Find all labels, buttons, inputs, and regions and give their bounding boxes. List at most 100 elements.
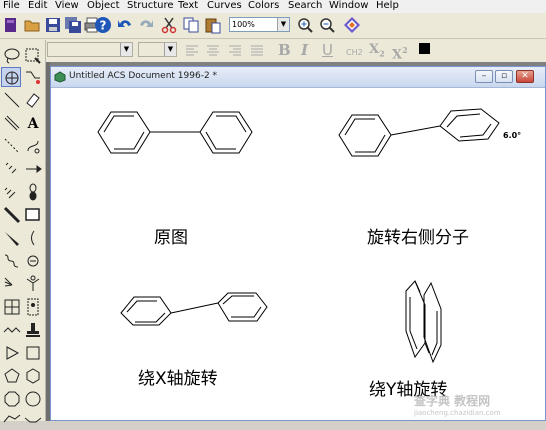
menu-window[interactable]: Window: [329, 0, 368, 12]
menu-curves[interactable]: Curves: [207, 0, 242, 12]
superscript-x: X: [392, 47, 403, 63]
eraser-icon[interactable]: [23, 90, 43, 110]
document-titlebar[interactable]: Untitled ACS Document 1996-2 * – ▫ ✕: [51, 67, 545, 88]
octagon-ring-icon[interactable]: [2, 389, 22, 409]
charge-icon[interactable]: [23, 251, 43, 271]
save-icon[interactable]: [44, 16, 62, 34]
undo-icon[interactable]: [116, 16, 134, 34]
size-select[interactable]: ▼: [138, 42, 177, 57]
underline-button[interactable]: U: [322, 41, 333, 59]
color-icon[interactable]: [343, 16, 361, 34]
arrow-tool-icon[interactable]: [23, 159, 43, 179]
frame-icon[interactable]: [23, 205, 43, 225]
wavy-bond-icon[interactable]: [2, 251, 22, 271]
font-select[interactable]: ▼: [47, 42, 133, 57]
hashed-wedge-icon[interactable]: [2, 182, 22, 202]
text-tool-icon[interactable]: A: [23, 113, 43, 133]
marquee-icon[interactable]: [23, 46, 43, 66]
table-tool-icon[interactable]: [2, 297, 22, 317]
subscript-button[interactable]: X2: [369, 41, 385, 63]
label-rotate-y[interactable]: 绕Y轴旋转: [369, 375, 447, 400]
biphenyl-original[interactable]: [97, 111, 253, 154]
zoom-select[interactable]: 100% ▼: [229, 17, 290, 32]
bold-button[interactable]: B: [278, 41, 291, 59]
lasso-icon[interactable]: [2, 46, 22, 66]
open-icon[interactable]: [23, 16, 41, 34]
menu-object[interactable]: Object: [87, 0, 120, 12]
help-icon[interactable]: ?: [94, 16, 112, 34]
drawing-canvas[interactable]: [51, 87, 545, 420]
close-icon: ✕: [521, 71, 529, 81]
chevron-down-icon: ▼: [164, 43, 176, 56]
rotate-3d-icon[interactable]: [1, 67, 21, 87]
document-window: Untitled ACS Document 1996-2 * – ▫ ✕ 原图 …: [50, 66, 546, 421]
menu-bar: File Edit View Object Structure Text Cur…: [0, 0, 546, 14]
menu-colors[interactable]: Colors: [248, 0, 279, 12]
bond-chain-icon[interactable]: [23, 67, 43, 87]
hexagon-ring-icon[interactable]: [23, 366, 43, 386]
biphenyl-rotated-y[interactable]: [405, 280, 442, 364]
new-icon[interactable]: [2, 16, 20, 34]
hashed-bond-icon[interactable]: [2, 159, 22, 179]
zoom-out-icon[interactable]: [318, 16, 336, 34]
align-right-icon[interactable]: [226, 42, 244, 60]
superscript-2: 2: [402, 45, 408, 55]
minimize-button[interactable]: –: [475, 70, 493, 83]
triangle-ring-icon[interactable]: [2, 343, 22, 363]
menu-text[interactable]: Text: [178, 0, 198, 12]
menu-edit[interactable]: Edit: [28, 0, 47, 12]
cut-icon[interactable]: [160, 16, 178, 34]
chevron-down-icon: ▼: [277, 18, 289, 31]
pentagon-ring-icon[interactable]: [2, 366, 22, 386]
subscript-2: 2: [379, 48, 385, 59]
tlc-plate-icon[interactable]: [23, 297, 43, 317]
zoom-in-icon[interactable]: [296, 16, 314, 34]
boat-ring-icon[interactable]: [23, 410, 43, 430]
close-button[interactable]: ✕: [516, 70, 534, 83]
align-left-icon[interactable]: [183, 42, 201, 60]
document-icon: [54, 71, 66, 83]
bracket-icon[interactable]: [23, 228, 43, 248]
stamp-icon[interactable]: [23, 320, 43, 340]
copy-icon[interactable]: [182, 16, 200, 34]
color-swatch[interactable]: [419, 43, 430, 54]
subscript-x: X: [369, 42, 380, 57]
italic-button[interactable]: I: [301, 41, 308, 59]
menu-help[interactable]: Help: [376, 0, 399, 12]
menu-view[interactable]: View: [55, 0, 79, 12]
double-bond-icon[interactable]: [2, 113, 22, 133]
menu-file[interactable]: File: [3, 0, 20, 12]
pen-tool-icon[interactable]: [23, 136, 43, 156]
label-rotate-x[interactable]: 绕X轴旋转: [138, 364, 218, 389]
biphenyl-rotated-x[interactable]: [120, 292, 268, 326]
save-all-icon[interactable]: [64, 16, 82, 34]
tool-palette: A: [0, 40, 46, 423]
orbital-icon[interactable]: [23, 182, 43, 202]
biphenyl-rotated-right[interactable]: [338, 108, 500, 157]
paste-icon[interactable]: [204, 16, 222, 34]
single-bond-icon[interactable]: [2, 90, 22, 110]
template-icon[interactable]: [23, 274, 43, 294]
redo-icon[interactable]: [137, 16, 155, 34]
justify-icon[interactable]: [248, 42, 266, 60]
cyclooctane-icon[interactable]: [23, 389, 43, 409]
square-ring-icon[interactable]: [23, 343, 43, 363]
superscript-button[interactable]: X2: [392, 41, 408, 64]
maximize-button[interactable]: ▫: [495, 70, 513, 83]
svg-text:A: A: [27, 116, 40, 132]
rotation-angle-label[interactable]: 6.0°: [503, 131, 521, 140]
bold-bond-icon[interactable]: [2, 205, 22, 225]
dashed-bond-icon[interactable]: [2, 136, 22, 156]
chair-ring-icon[interactable]: [2, 410, 22, 430]
bond-fan-icon[interactable]: [2, 274, 22, 294]
menu-search[interactable]: Search: [288, 0, 322, 12]
label-rotate-right-molecule[interactable]: 旋转右侧分子: [367, 223, 469, 248]
align-center-icon[interactable]: [204, 42, 222, 60]
menu-structure[interactable]: Structure: [127, 0, 174, 12]
chain-tool-icon[interactable]: [2, 320, 22, 340]
chemistry-style-button[interactable]: CH2: [346, 44, 363, 62]
label-original[interactable]: 原图: [154, 223, 188, 248]
document-title: Untitled ACS Document 1996-2 *: [69, 71, 218, 81]
wedge-bond-icon[interactable]: [2, 228, 22, 248]
restore-icon: ▫: [500, 71, 508, 81]
